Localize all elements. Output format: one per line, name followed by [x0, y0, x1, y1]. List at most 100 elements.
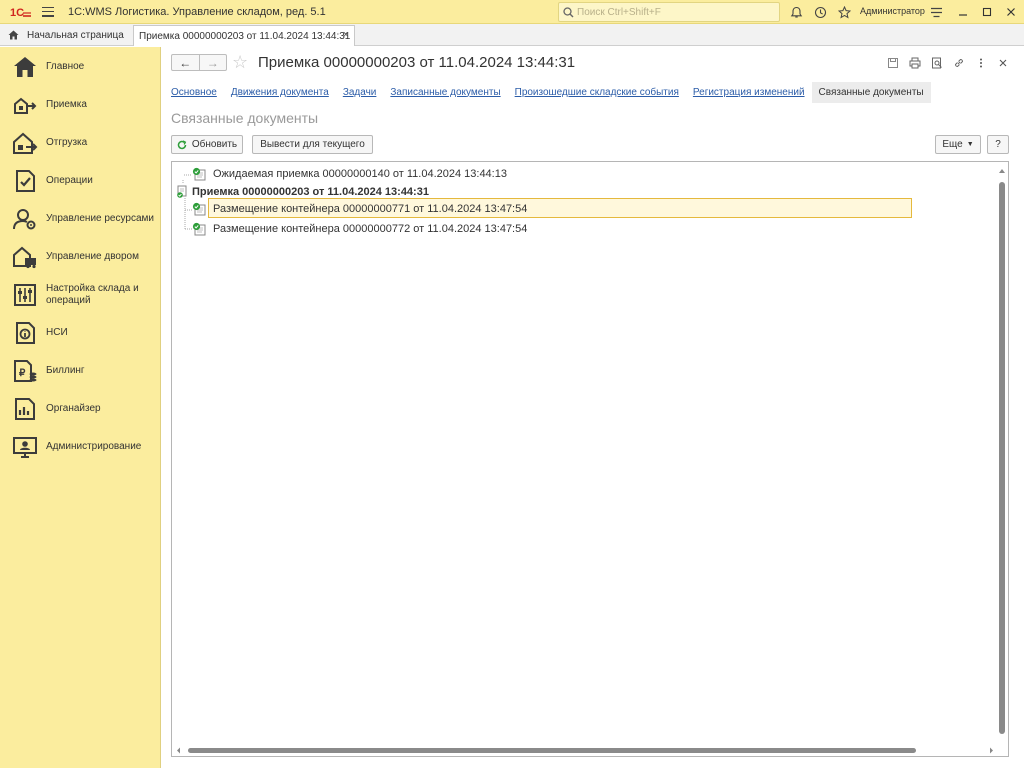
forward-button[interactable]: → — [200, 55, 227, 70]
favorite-star-icon[interactable]: ☆ — [232, 52, 248, 73]
preview-icon[interactable] — [930, 56, 944, 70]
main-menu-icon[interactable] — [42, 6, 54, 17]
tree-row[interactable]: Размещение контейнера 00000000771 от 11.… — [172, 200, 912, 218]
search-input[interactable] — [577, 6, 772, 18]
vertical-scroll-thumb[interactable] — [999, 182, 1005, 734]
link-related-documents[interactable]: Связанные документы — [811, 81, 931, 103]
shipping-icon — [13, 132, 38, 154]
help-button[interactable]: ? — [987, 135, 1009, 154]
help-button-label: ? — [995, 139, 1001, 150]
print-icon[interactable] — [908, 56, 922, 70]
vertical-scrollbar[interactable] — [998, 166, 1006, 754]
minimize-icon[interactable] — [955, 4, 971, 20]
related-documents-tree[interactable]: Ожидаемая приемка 00000000140 от 11.04.2… — [171, 161, 1009, 757]
settings-icon — [14, 284, 36, 306]
sidebar-item-label: Отгрузка — [46, 137, 88, 148]
more-button-label: Еще — [942, 139, 963, 150]
operations-icon — [16, 170, 35, 192]
scroll-left-icon[interactable] — [176, 747, 181, 754]
sidebar-item-warehouse-settings[interactable]: Настройка склада и операций — [0, 277, 161, 313]
admin-icon — [13, 437, 37, 458]
sidebar-item-shipping[interactable]: Отгрузка — [0, 125, 161, 161]
nav-buttons: ← → — [171, 54, 227, 71]
more-actions-icon[interactable] — [974, 56, 988, 70]
link-tasks[interactable]: Задачи — [343, 87, 377, 98]
save-icon[interactable] — [886, 56, 900, 70]
tab-document-label: Приемка 00000000203 от 11.04.2024 13:44:… — [139, 30, 351, 42]
search-icon — [563, 6, 574, 17]
tree-row[interactable]: Ожидаемая приемка 00000000140 от 11.04.2… — [172, 165, 912, 183]
scroll-right-icon[interactable] — [989, 747, 994, 754]
output-button-label: Вывести для текущего — [260, 139, 365, 150]
more-button[interactable]: Еще ▼ — [935, 135, 981, 154]
sidebar-item-label: Органайзер — [46, 403, 101, 414]
tree-row[interactable]: Размещение контейнера 00000000772 от 11.… — [172, 220, 912, 238]
global-search[interactable] — [558, 2, 780, 22]
svg-text:1С: 1С — [10, 7, 24, 19]
close-tab-icon[interactable]: × — [343, 29, 349, 41]
sidebar: Главное Приемка Отгрузка Операции Управл… — [0, 47, 161, 768]
resources-icon — [13, 209, 36, 230]
refresh-button-label: Обновить — [191, 139, 238, 150]
billing-icon: ₽ — [14, 360, 37, 382]
sidebar-item-label: Администрирование — [46, 441, 142, 452]
info-icon — [16, 322, 35, 344]
favorites-star-icon[interactable] — [836, 4, 852, 20]
sidebar-item-label: Приемка — [46, 99, 87, 110]
sidebar-item-admin[interactable]: Администрирование — [0, 429, 161, 465]
home-icon — [14, 57, 36, 77]
sidebar-item-label: Управление двором — [46, 251, 139, 262]
link-main[interactable]: Основное — [171, 87, 217, 98]
receiving-icon — [14, 97, 37, 114]
maximize-icon[interactable] — [979, 4, 995, 20]
sidebar-item-label: Главное — [46, 61, 85, 72]
close-form-icon[interactable] — [996, 56, 1010, 70]
refresh-icon — [177, 139, 187, 149]
sidebar-item-nsi[interactable]: НСИ — [0, 315, 161, 351]
tree-row-label: Приемка 00000000203 от 11.04.2024 13:44:… — [192, 186, 429, 198]
bell-icon[interactable] — [788, 4, 804, 20]
main-content: ← → ☆ Приемка 00000000203 от 11.04.2024 … — [162, 47, 1024, 768]
yard-icon — [13, 246, 36, 269]
link-recorded-documents[interactable]: Записанные документы — [390, 87, 500, 98]
title-bar: 1С 1С:WMS Логистика. Управление складом,… — [0, 0, 1024, 24]
current-document-icon — [177, 185, 187, 198]
link-change-registration[interactable]: Регистрация изменений — [693, 87, 805, 98]
link-movements[interactable]: Движения документа — [231, 87, 329, 98]
sidebar-item-label: Биллинг — [46, 365, 85, 376]
tree-row-label: Ожидаемая приемка 00000000140 от 11.04.2… — [213, 168, 507, 180]
sidebar-item-operations[interactable]: Операции — [0, 163, 161, 199]
1c-logo-icon: 1С — [10, 5, 32, 19]
link-icon[interactable] — [952, 56, 966, 70]
document-icon — [192, 222, 206, 236]
tree-row-label: Размещение контейнера 00000000771 от 11.… — [213, 203, 528, 215]
tab-home-label: Начальная страница — [27, 29, 124, 41]
link-warehouse-events[interactable]: Произошедшие складские события — [515, 87, 679, 98]
organizer-icon — [15, 398, 35, 420]
section-title: Связанные документы — [171, 110, 319, 126]
close-window-icon[interactable] — [1003, 4, 1019, 20]
output-for-current-button[interactable]: Вывести для текущего — [252, 135, 373, 154]
tab-bar: Начальная страница Приемка 00000000203 о… — [0, 24, 1024, 46]
sidebar-item-resources[interactable]: Управление ресурсами — [0, 201, 161, 237]
tab-home[interactable]: Начальная страница — [0, 24, 130, 46]
horizontal-scrollbar[interactable] — [176, 746, 994, 754]
sidebar-item-receiving[interactable]: Приемка — [0, 87, 161, 123]
horizontal-scroll-thumb[interactable] — [188, 748, 916, 753]
sidebar-item-label: Управление ресурсами — [46, 213, 154, 224]
page-title: Приемка 00000000203 от 11.04.2024 13:44:… — [258, 54, 576, 71]
scroll-up-icon[interactable] — [999, 168, 1005, 174]
history-icon[interactable] — [812, 4, 828, 20]
sidebar-item-organizer[interactable]: Органайзер — [0, 391, 161, 427]
back-button[interactable]: ← — [172, 55, 200, 70]
refresh-button[interactable]: Обновить — [171, 135, 243, 154]
sidebar-item-yard[interactable]: Управление двором — [0, 239, 161, 275]
tree-row[interactable]: Приемка 00000000203 от 11.04.2024 13:44:… — [172, 183, 912, 201]
form-navigation-links: Основное Движения документа Задачи Запис… — [171, 81, 931, 103]
settings-menu-icon[interactable] — [928, 4, 944, 20]
user-name[interactable]: Администратор — [860, 6, 925, 16]
document-icon — [192, 202, 206, 216]
sidebar-item-main[interactable]: Главное — [0, 49, 161, 85]
sidebar-item-billing[interactable]: ₽ Биллинг — [0, 353, 161, 389]
tab-document[interactable]: Приемка 00000000203 от 11.04.2024 13:44:… — [133, 25, 355, 46]
